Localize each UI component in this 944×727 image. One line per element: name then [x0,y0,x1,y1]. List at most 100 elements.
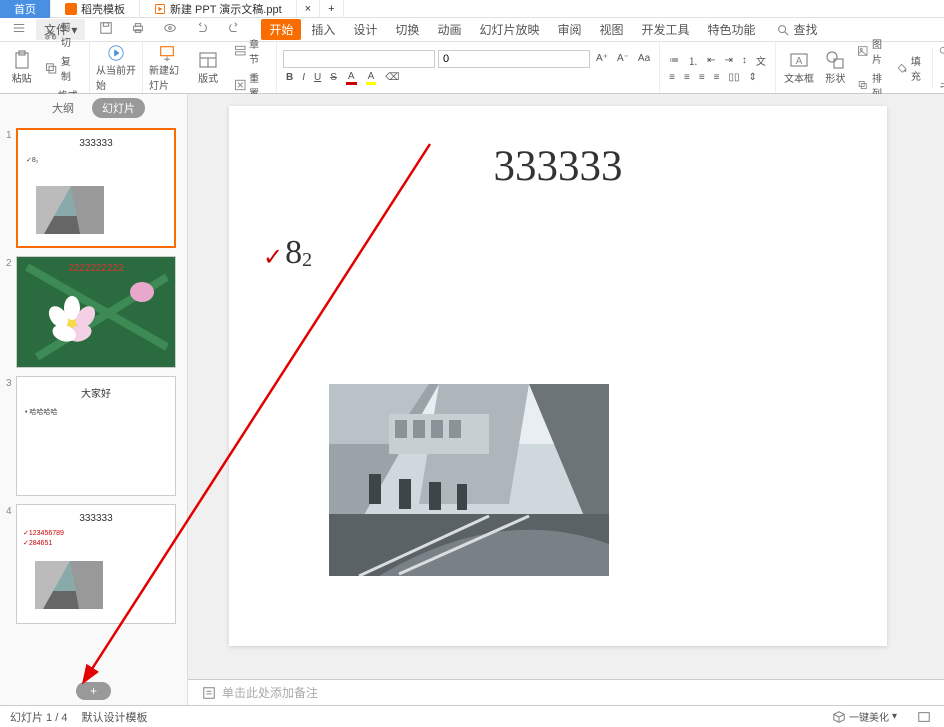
tab-template[interactable]: 稻壳模板 [51,0,140,18]
paste-button[interactable]: 粘贴 [6,44,37,92]
copy-button[interactable]: 复制 [41,52,83,84]
italic-icon: I [302,72,305,83]
slide-title[interactable]: 333333 [229,142,887,191]
tab-home[interactable]: 首页 [0,0,51,18]
tab-add[interactable]: + [320,0,343,18]
paint-bucket-icon [896,61,907,75]
align-right-button[interactable]: ≡ [696,71,708,84]
numbering-button[interactable]: ⒈ [685,52,701,69]
qat-preview[interactable] [155,19,185,40]
shapes-button[interactable]: 形状 [818,44,852,92]
menu-devtools[interactable]: 开发工具 [634,19,698,40]
thumbnails-panel: 1 333333 ✓8₂ 2 [0,122,187,677]
line-spacing-button[interactable]: ↕ [739,52,750,69]
paste-label: 粘贴 [12,70,32,85]
add-slide-button[interactable]: + [76,682,111,700]
section-button[interactable]: 章节 [231,35,271,67]
slide-bullet[interactable]: ✓ 8 2 [263,234,312,272]
tab-close[interactable]: × [297,0,320,18]
eraser-icon: ⌫ [385,72,399,83]
menu-design[interactable]: 设计 [345,19,385,40]
tab-document-label: 新建 PPT 演示文稿.ppt [170,1,282,17]
pictures-button[interactable]: 图片 [854,35,891,67]
text-dir-icon: 文 [756,53,766,68]
notes-placeholder: 单击此处添加备注 [222,684,318,701]
shrink-font-button[interactable]: A⁻ [614,50,632,68]
slide-canvas[interactable]: 333333 ✓ 8 2 [229,106,887,646]
textbox-button[interactable]: A 文本框 [782,44,816,92]
slide-thumb-2[interactable]: 2222222222 [16,256,176,368]
font-name-select[interactable] [283,50,435,68]
menu-insert[interactable]: 插入 [303,19,343,40]
align-center-button[interactable]: ≡ [681,71,693,84]
qat-print[interactable] [123,19,153,40]
cut-button[interactable]: 剪切 [41,18,83,50]
bullets-button[interactable]: ≔ [666,52,682,69]
qat-undo[interactable] [187,19,217,40]
clear-format-button[interactable]: ⌫ [382,70,402,86]
redo-icon [227,21,241,35]
beautify-button[interactable]: 一键美化 ▾ [829,708,900,725]
align-left-icon: ≡ [669,72,675,83]
decrease-indent-button[interactable]: ⇤ [704,52,718,69]
bullet-main-text: 8 [285,234,302,272]
grow-font-button[interactable]: A⁺ [593,50,611,68]
view-normal-icon [917,710,931,724]
outline-tab[interactable]: 大纲 [42,98,84,118]
notes-icon [202,686,216,700]
tab-document[interactable]: 新建 PPT 演示文稿.ppt [140,0,297,18]
menu-slideshow[interactable]: 幻灯片放映 [471,19,547,40]
highlight-icon: A [366,71,377,85]
layout-button[interactable]: 版式 [190,44,227,92]
slide-image[interactable] [329,384,609,576]
thumb-number: 4 [6,504,16,624]
underline-button[interactable]: U [311,70,324,86]
arrange-icon [857,78,868,92]
thumb-image-icon [35,561,103,609]
slide-thumb-4[interactable]: 333333 ✓123456789 ✓284651 [16,504,176,624]
grow-font-icon: A⁺ [596,53,608,64]
menu-view[interactable]: 视图 [591,19,631,40]
menu-review[interactable]: 审阅 [549,19,589,40]
thumb-number: 2 [6,256,16,368]
qat-save[interactable] [91,19,121,40]
bold-button[interactable]: B [283,70,296,86]
shrink-font-icon: A⁻ [617,53,629,64]
from-beginning-button[interactable]: 从当前开始 [96,44,136,92]
tab-template-label: 稻壳模板 [81,1,125,17]
slide-thumb-1[interactable]: 333333 ✓8₂ [16,128,176,248]
scissors-icon [44,27,57,41]
thumb-image-icon [36,186,104,234]
vertical-align-button[interactable]: ⇕ [746,71,760,84]
font-size-select[interactable] [438,50,590,68]
menu-search[interactable]: 查找 [766,19,828,40]
menu-special[interactable]: 特色功能 [700,19,764,40]
slide-thumb-3[interactable]: 大家好 • 哈哈哈哈 [16,376,176,496]
fill-button[interactable]: 填充 [893,52,930,84]
notes-pane[interactable]: 单击此处添加备注 [188,679,944,705]
text-direction-button[interactable]: 文 [753,52,769,69]
highlight-button[interactable]: A [363,70,380,86]
menu-transition[interactable]: 切换 [387,19,427,40]
picture-icon [857,44,868,58]
columns-button[interactable]: ▯▯ [726,71,743,84]
align-left-button[interactable]: ≡ [666,71,678,84]
status-template: 默认设计模板 [81,709,147,725]
new-slide-button[interactable]: 新建幻灯片 [149,44,186,92]
italic-button[interactable]: I [299,70,308,86]
strike-button[interactable]: S [327,70,340,86]
shapes-icon [825,50,845,70]
change-case-button[interactable]: Aa [635,50,653,68]
menu-animation[interactable]: 动画 [429,19,469,40]
find-button[interactable]: 查找 [935,35,944,67]
copy-icon [44,61,57,75]
font-color-button[interactable]: A [343,70,360,86]
line-spacing-icon: ↕ [742,55,747,66]
slides-tab[interactable]: 幻灯片 [92,98,145,118]
justify-button[interactable]: ≡ [711,71,723,84]
increase-indent-button[interactable]: ⇥ [722,52,736,69]
menu-logo[interactable] [4,19,34,40]
view-normal-button[interactable] [914,709,934,725]
svg-text:A: A [796,56,803,67]
new-slide-icon [157,44,177,62]
